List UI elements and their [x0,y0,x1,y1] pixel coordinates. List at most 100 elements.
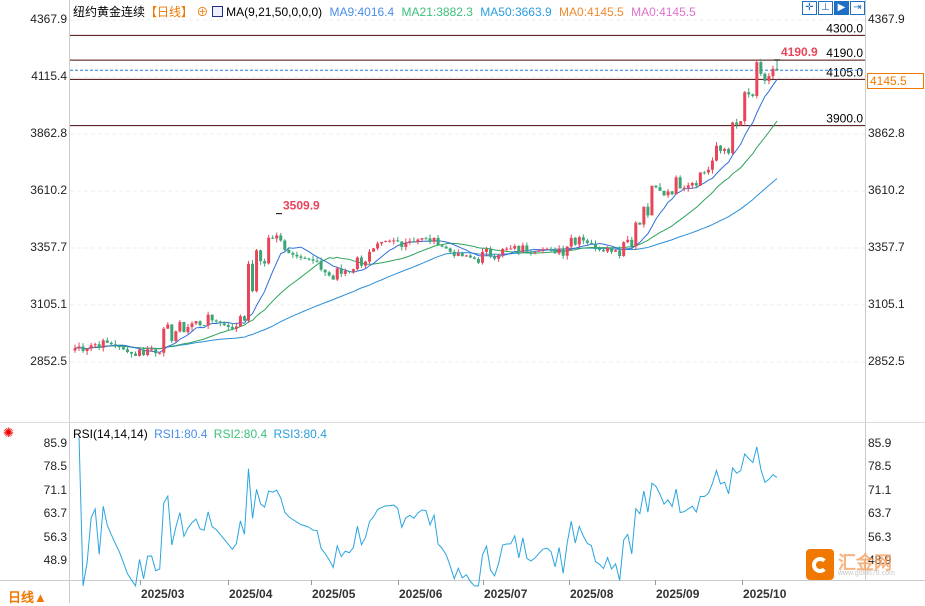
candle-body [622,242,626,257]
candle-body [436,237,440,246]
candle-body [363,261,367,266]
candle-body [218,321,222,324]
candle-body [541,249,545,251]
candle-body [255,250,259,292]
candle-body [275,235,279,239]
candle-body [521,245,525,253]
date-tick [569,580,570,585]
date-tick [228,580,229,585]
current-price-tag: 4145.5 [867,73,924,89]
logo-url: www.gold678.com [838,570,895,577]
date-axis-label: 2025/09 [656,587,700,601]
candle-body [339,268,343,274]
candle-body [485,249,489,252]
candle-body [202,325,206,327]
candle-body [759,62,763,74]
period-selector-button[interactable]: 日线▲ [8,587,47,606]
candle-body [222,323,226,326]
candle-body [581,237,585,241]
candle-body [142,349,146,356]
candle-body [331,275,335,280]
rsi-name[interactable]: RSI(14,14,14) [73,427,148,441]
candle-body [101,340,105,348]
candle-body [763,73,767,81]
candle-body [577,237,581,245]
candle-body [182,322,186,333]
ma21-line [74,120,778,350]
candle-body [630,239,634,247]
candle-body [545,248,549,250]
price-chart[interactable]: 4300.0 4190.0 4105.0 3900.0 4190.9 3509.9 [0,0,925,603]
candle-body [602,249,606,252]
candle-body [158,352,162,354]
candle-body [682,187,686,189]
candle-body [295,254,299,257]
candle-body [162,328,166,353]
candle-body [525,245,529,252]
candle-body [85,348,89,352]
candle-body [263,261,267,264]
candle-body [327,272,331,276]
candle-body [464,255,468,257]
candle-body [408,241,412,243]
candle-body [642,206,646,225]
candle-body [476,258,480,263]
candle-body [73,348,77,351]
candle-body [134,353,138,356]
candle-body [226,325,230,327]
candle-body [610,248,614,252]
candle-body [388,240,392,242]
candle-body [650,185,654,216]
candle-body [513,245,517,249]
candle-body [456,253,460,256]
candle-body [731,122,735,154]
candle-body [234,326,238,329]
candle-body [727,148,731,154]
candle-body [493,256,497,259]
candle-body [739,121,743,125]
price-level-label: 4300.0 [826,21,863,35]
candle-body [654,185,658,188]
candle-body [767,76,771,81]
date-axis-label: 2025/08 [570,587,614,601]
candle-body [460,253,464,257]
candle-body [198,321,202,326]
candle-body [242,316,246,321]
candle-body [771,68,775,77]
candle-body [315,260,319,262]
candle-body [319,260,323,270]
date-tick [655,580,656,585]
candle-body [694,183,698,186]
candle-body [618,250,622,257]
candle-body [146,349,150,356]
candle-body [303,257,307,259]
candle-body [597,248,601,250]
rsi3-value: RSI3:80.4 [273,427,327,441]
candle-body [121,347,125,350]
date-axis-label: 2025/04 [229,587,273,601]
candle-body [359,257,363,266]
candle-body [497,255,501,259]
candle-body [117,345,121,348]
candle-body [186,327,190,333]
rsi1-value: RSI1:80.4 [154,427,208,441]
candle-body [440,245,444,247]
candle-body [190,323,194,328]
candle-body [323,269,327,273]
candle-body [287,249,291,253]
candle-body [113,344,117,346]
candle-body [432,237,436,242]
date-tick [742,580,743,585]
candle-body [194,321,198,324]
candle-body [747,92,751,95]
candle-body [614,250,618,252]
candle-body [723,148,727,151]
candle-body [775,68,779,71]
rsi-legend: RSI(14,14,14) RSI1:80.4 RSI2:80.4 RSI3:8… [73,427,327,441]
candle-body [307,258,311,260]
candle-body [400,241,404,247]
candle-body [666,191,670,196]
rsi-settings-icon[interactable]: ✺ [3,425,14,441]
candle-body [662,190,666,196]
candle-body [686,185,690,188]
